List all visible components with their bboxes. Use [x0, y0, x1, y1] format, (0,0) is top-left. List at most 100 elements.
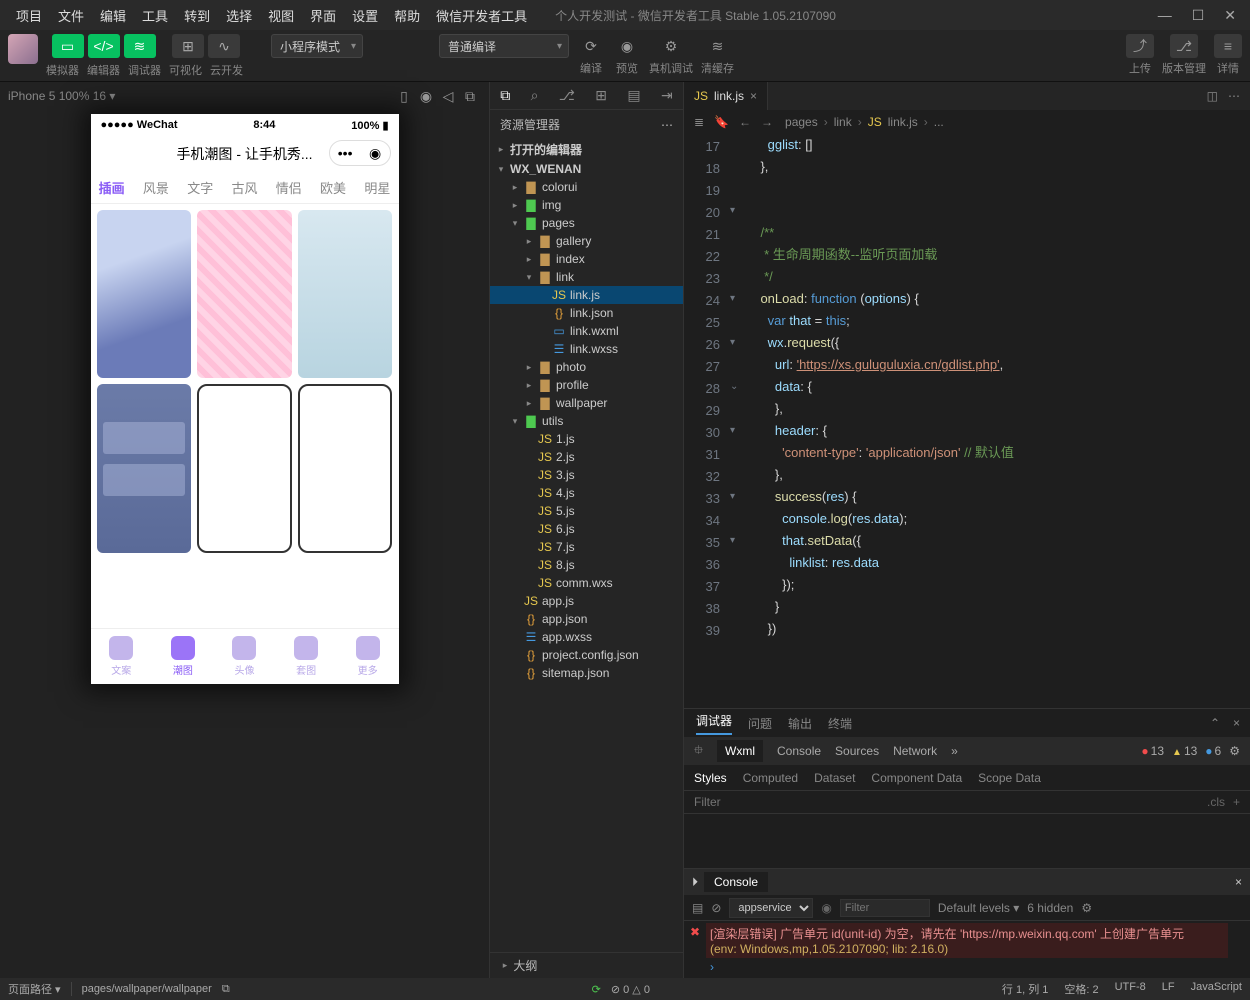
capsule[interactable]: •••◉ — [329, 140, 391, 166]
nav-item[interactable]: 套图 — [275, 629, 337, 684]
menu-item[interactable]: 界面 — [302, 2, 344, 29]
copy-icon[interactable]: ⧉ — [222, 983, 230, 996]
tree-item[interactable]: JScomm.wxs — [490, 574, 683, 592]
menu-item[interactable]: 转到 — [176, 2, 218, 29]
layers-icon[interactable]: ⧉ — [459, 84, 481, 108]
toggle-sidebar-icon[interactable]: ▤ — [692, 901, 703, 915]
avatar[interactable] — [8, 34, 38, 64]
eye-icon[interactable]: ◉ — [821, 901, 831, 915]
debugger-button[interactable]: ≋ — [124, 34, 156, 58]
error-badge[interactable]: 13 — [1141, 744, 1164, 758]
status-item[interactable]: 行 1, 列 1 — [1002, 981, 1048, 997]
sync-icon[interactable]: ⟳ — [592, 983, 601, 996]
menu-item[interactable]: 帮助 — [386, 2, 428, 29]
cls-toggle[interactable]: .cls — [1207, 795, 1225, 809]
back-icon[interactable]: ← — [739, 115, 751, 129]
bookmark-icon[interactable]: 🔖 — [714, 115, 729, 129]
tab-console[interactable]: Console — [777, 744, 821, 758]
thumbnail[interactable] — [197, 384, 292, 552]
console-tab[interactable]: Console — [704, 872, 768, 892]
mode-dropdown[interactable]: 小程序模式 — [271, 34, 363, 58]
tree-item[interactable]: ▾▇link — [490, 268, 683, 286]
menu-item[interactable]: 工具 — [134, 2, 176, 29]
tree-item[interactable]: JS1.js — [490, 430, 683, 448]
tree-item[interactable]: ▭link.wxml — [490, 322, 683, 340]
db-icon[interactable]: ▤ — [627, 87, 640, 104]
tree-item[interactable]: ▾▇utils — [490, 412, 683, 430]
close-panel-icon[interactable]: × — [1233, 716, 1240, 730]
category-tab[interactable]: 古风 — [223, 178, 265, 197]
tab-styles[interactable]: Styles — [694, 771, 727, 785]
layout-icon[interactable]: ⊞ — [595, 87, 607, 104]
hidden-count[interactable]: 6 hidden — [1027, 901, 1073, 915]
category-tab[interactable]: 明星 — [356, 178, 398, 197]
preview-icon[interactable]: ◉ — [613, 34, 641, 58]
code-editor[interactable]: 1718192021222324252627282930313233343536… — [684, 134, 1250, 708]
list-icon[interactable]: ≣ — [694, 115, 704, 129]
tab-output[interactable]: 输出 — [788, 715, 812, 732]
nav-item[interactable]: 文案 — [91, 629, 153, 684]
status-item[interactable]: JavaScript — [1191, 981, 1242, 997]
tree-item[interactable]: ▸▇wallpaper — [490, 394, 683, 412]
thumbnail[interactable] — [197, 210, 292, 378]
tab-network[interactable]: Network — [893, 744, 937, 758]
files-icon[interactable]: ⧉ — [500, 87, 510, 104]
nav-item[interactable]: 潮图 — [152, 629, 214, 684]
menu-item[interactable]: 项目 — [8, 2, 50, 29]
tree-item[interactable]: JS6.js — [490, 520, 683, 538]
fwd-icon[interactable]: → — [761, 115, 773, 129]
simulator-button[interactable]: ▭ — [52, 34, 84, 58]
thumbnail[interactable] — [97, 210, 192, 378]
styles-filter-input[interactable] — [694, 795, 1199, 809]
tree-item[interactable]: ▸▇index — [490, 250, 683, 268]
more-icon[interactable]: ⋯ — [661, 118, 673, 132]
phone-simulator[interactable]: ●●●●● WeChat 8:44 100% ▮ 手机潮图 - 让手机秀... … — [91, 114, 399, 684]
ext-icon[interactable]: ⇥ — [661, 87, 673, 104]
tree-item[interactable]: {}project.config.json — [490, 646, 683, 664]
tree-item[interactable]: ▸▇gallery — [490, 232, 683, 250]
console-prompt[interactable]: › — [706, 958, 1228, 976]
category-tab[interactable]: 情侣 — [268, 178, 310, 197]
tab-debugger[interactable]: 调试器 — [696, 712, 732, 735]
category-tabs[interactable]: 插画风景文字古风情侣欧美明星 — [91, 172, 399, 204]
clear-icon[interactable]: ⊘ — [711, 901, 721, 915]
record-icon[interactable]: ◉ — [415, 84, 437, 108]
menu-item[interactable]: 设置 — [344, 2, 386, 29]
device-icon[interactable]: ▯ — [393, 84, 415, 108]
compile-dropdown[interactable]: 普通编译 — [439, 34, 569, 58]
tree-item[interactable]: ▸▇photo — [490, 358, 683, 376]
close-tab-icon[interactable]: × — [750, 89, 757, 103]
tree-item[interactable]: JS2.js — [490, 448, 683, 466]
tab-sources[interactable]: Sources — [835, 744, 879, 758]
close-icon[interactable]: ✕ — [1224, 7, 1236, 24]
outline-section[interactable]: ▸ 大纲 — [490, 952, 683, 978]
editor-button[interactable]: </> — [88, 34, 120, 58]
gear-icon[interactable]: ⚙ — [1081, 901, 1092, 915]
thumbnail[interactable] — [298, 210, 393, 378]
compile-icon[interactable]: ⟳ — [577, 34, 605, 58]
tree-item[interactable]: JS3.js — [490, 466, 683, 484]
gear-icon[interactable]: ⚙ — [1229, 744, 1240, 758]
version-icon[interactable]: ⎇ — [1170, 34, 1198, 58]
upload-icon[interactable]: ⤴ — [1126, 34, 1154, 58]
menu-item[interactable]: 视图 — [260, 2, 302, 29]
tree-item[interactable]: JSlink.js — [490, 286, 683, 304]
tree-item[interactable]: ▸▇colorui — [490, 178, 683, 196]
tree-item[interactable]: ▾▇pages — [490, 214, 683, 232]
levels-dropdown[interactable]: Default levels ▾ — [938, 901, 1019, 915]
status-item[interactable]: 空格: 2 — [1064, 981, 1098, 997]
details-icon[interactable]: ≡ — [1214, 34, 1242, 58]
search-icon[interactable]: ⌕ — [531, 87, 539, 104]
sim-device[interactable]: iPhone 5 100% 16 ▾ — [8, 89, 115, 103]
tree-item[interactable]: ☰app.wxss — [490, 628, 683, 646]
warn-badge[interactable]: 13 — [1172, 744, 1197, 758]
menu-item[interactable]: 微信开发者工具 — [428, 2, 535, 29]
more-icon[interactable]: ⋯ — [1228, 89, 1240, 103]
thumbnail[interactable] — [97, 384, 192, 552]
tree-item[interactable]: JSapp.js — [490, 592, 683, 610]
tree-section[interactable]: ▸打开的编辑器 — [490, 139, 683, 160]
more-tabs-icon[interactable]: » — [951, 744, 958, 758]
tree-item[interactable]: ☰link.wxss — [490, 340, 683, 358]
inspect-icon[interactable]: ⯐ — [694, 741, 703, 762]
status-metrics[interactable]: ⊘ 0 △ 0 — [611, 983, 650, 996]
